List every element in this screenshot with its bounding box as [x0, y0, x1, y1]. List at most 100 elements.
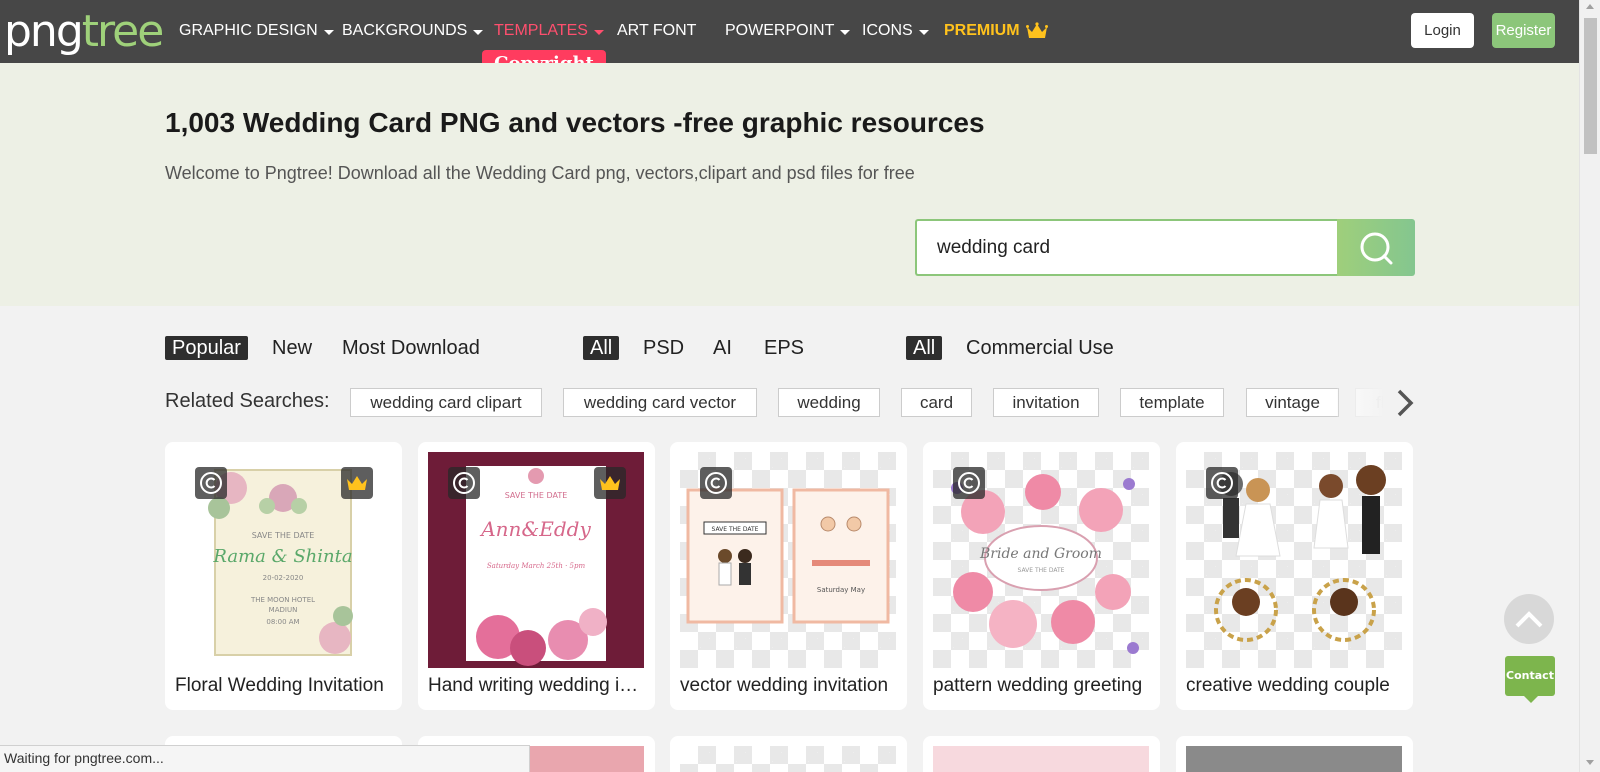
- crown-icon: [1025, 22, 1048, 38]
- chevron-right-icon[interactable]: [1394, 387, 1416, 419]
- filter-psd[interactable]: PSD: [636, 336, 691, 360]
- browser-status-bar: Waiting for pngtree.com...: [0, 745, 530, 772]
- svg-text:20-02-2020: 20-02-2020: [263, 574, 304, 582]
- related-tag[interactable]: invitation: [993, 388, 1099, 417]
- copyright-badge: [700, 467, 732, 499]
- card-caption[interactable]: Hand writing wedding invitation: [428, 674, 646, 698]
- svg-text:Rama & Shinta: Rama & Shinta: [212, 546, 352, 567]
- related-tag[interactable]: wedding card clipart: [350, 388, 542, 417]
- chevron-down-icon: [323, 30, 334, 35]
- nav-label: ICONS: [862, 22, 913, 39]
- card-thumbnail: [680, 746, 896, 772]
- logo-part-png: png: [4, 6, 84, 57]
- copyright-icon: [200, 472, 222, 494]
- nav-powerpoint[interactable]: POWERPOINT: [725, 22, 851, 40]
- related-tag[interactable]: template: [1120, 388, 1224, 417]
- contact-tail: [1524, 696, 1538, 703]
- nav-art-font[interactable]: ART FONT: [617, 22, 696, 40]
- card-caption[interactable]: creative wedding couple: [1186, 674, 1404, 698]
- card-caption[interactable]: Floral Wedding Invitation: [175, 674, 393, 698]
- search-input[interactable]: [917, 221, 1337, 274]
- scrollbar-thumb[interactable]: [1584, 18, 1597, 154]
- related-tag[interactable]: vintage: [1246, 388, 1339, 417]
- register-button[interactable]: Register: [1492, 13, 1555, 48]
- card-caption[interactable]: pattern wedding greeting: [933, 674, 1151, 698]
- card-thumbnail: [528, 746, 644, 772]
- logo-part-tree: tree: [81, 6, 165, 57]
- filter-most-download[interactable]: Most Download: [335, 336, 487, 360]
- search-button[interactable]: [1337, 219, 1415, 276]
- copyright-badge: [195, 467, 227, 499]
- filter-format-all[interactable]: All: [583, 336, 620, 360]
- copyright-icon: [453, 472, 475, 494]
- chevron-down-icon: [593, 30, 604, 35]
- result-card[interactable]: SAVE THE DATE Ann&Eddy Saturday March 25…: [418, 442, 655, 710]
- copyright-icon: [958, 472, 980, 494]
- related-tag[interactable]: card: [901, 388, 972, 417]
- filter-eps[interactable]: EPS: [757, 336, 811, 360]
- svg-text:SAVE THE DATE: SAVE THE DATE: [252, 531, 315, 540]
- card-thumbnail: [1186, 746, 1402, 772]
- related-tag[interactable]: wedding: [778, 388, 880, 417]
- premium-badge: [594, 467, 626, 499]
- svg-text:08:00 AM: 08:00 AM: [266, 618, 299, 626]
- hero-section: 1,003 Wedding Card PNG and vectors -free…: [0, 63, 1579, 306]
- chevron-down-icon: [918, 30, 929, 35]
- pngtree-logo[interactable]: pngtree: [4, 6, 165, 57]
- scroll-to-top-button[interactable]: [1504, 594, 1554, 644]
- nav-label: TEMPLATES: [494, 22, 588, 39]
- nav-backgrounds[interactable]: BACKGROUNDS: [342, 22, 484, 40]
- copyright-icon: [705, 472, 727, 494]
- filter-popular[interactable]: Popular: [165, 336, 248, 360]
- svg-text:Ann&Eddy: Ann&Eddy: [479, 517, 591, 541]
- svg-text:Bride and Groom: Bride and Groom: [979, 546, 1102, 562]
- svg-text:SAVE THE DATE: SAVE THE DATE: [1018, 567, 1065, 574]
- login-button[interactable]: Login: [1411, 13, 1474, 48]
- chevron-up-icon: [1515, 611, 1543, 628]
- svg-text:Saturday March 25th · 5pm: Saturday March 25th · 5pm: [487, 562, 586, 570]
- nav-label: POWERPOINT: [725, 22, 835, 39]
- result-card[interactable]: Bride and Groom SAVE THE DATE pattern we…: [923, 442, 1160, 710]
- card-caption[interactable]: vector wedding invitation: [680, 674, 898, 698]
- nav-label: PREMIUM: [944, 22, 1020, 39]
- nav-label: BACKGROUNDS: [342, 22, 468, 39]
- top-nav: pngtree GRAPHIC DESIGN BACKGROUNDS TEMPL…: [0, 0, 1579, 63]
- result-card[interactable]: creative wedding couple: [1176, 442, 1413, 710]
- search-icon: [1360, 232, 1393, 264]
- page-scrollbar[interactable]: [1579, 0, 1600, 772]
- result-card[interactable]: [1176, 736, 1413, 772]
- nav-label: ART FONT: [617, 22, 697, 39]
- nav-label: GRAPHIC DESIGN: [179, 22, 318, 39]
- filter-commercial-use[interactable]: Commercial Use: [959, 336, 1121, 360]
- chevron-down-icon: [840, 30, 851, 35]
- related-searches-label: Related Searches:: [165, 390, 330, 412]
- card-thumbnail: [933, 746, 1149, 772]
- copyright-badge: [448, 467, 480, 499]
- filter-license-all[interactable]: All: [906, 336, 943, 360]
- nav-premium[interactable]: PREMIUM: [944, 22, 1048, 40]
- svg-text:THE MOON HOTEL: THE MOON HOTEL: [250, 596, 315, 604]
- result-card[interactable]: [923, 736, 1160, 772]
- result-card[interactable]: SAVE THE DATE Saturday May vector weddin…: [670, 442, 907, 710]
- scroll-down-arrow[interactable]: [1586, 760, 1594, 765]
- nav-templates[interactable]: TEMPLATES: [494, 22, 604, 40]
- svg-text:SAVE THE DATE: SAVE THE DATE: [712, 526, 759, 533]
- nav-icons[interactable]: ICONS: [862, 22, 929, 40]
- related-tag[interactable]: wedding card vector: [563, 388, 757, 417]
- page-subtitle: Welcome to Pngtree! Download all the Wed…: [165, 163, 915, 183]
- copyright-badge: [1206, 467, 1238, 499]
- crown-icon: [600, 476, 620, 490]
- chevron-down-icon: [473, 30, 484, 35]
- result-card[interactable]: SAVE THE DATE Rama & Shinta 20-02-2020 T…: [165, 442, 402, 710]
- page-title: 1,003 Wedding Card PNG and vectors -free…: [165, 107, 985, 138]
- nav-graphic-design[interactable]: GRAPHIC DESIGN: [179, 22, 334, 40]
- crown-icon: [347, 476, 367, 490]
- search-box: [915, 219, 1337, 276]
- contact-button[interactable]: Contact: [1505, 656, 1555, 696]
- premium-badge: [341, 467, 373, 499]
- copyright-icon: [1211, 472, 1233, 494]
- result-card[interactable]: [670, 736, 907, 772]
- filter-ai[interactable]: AI: [706, 336, 739, 360]
- scroll-up-arrow[interactable]: [1586, 4, 1594, 9]
- filter-new[interactable]: New: [265, 336, 319, 360]
